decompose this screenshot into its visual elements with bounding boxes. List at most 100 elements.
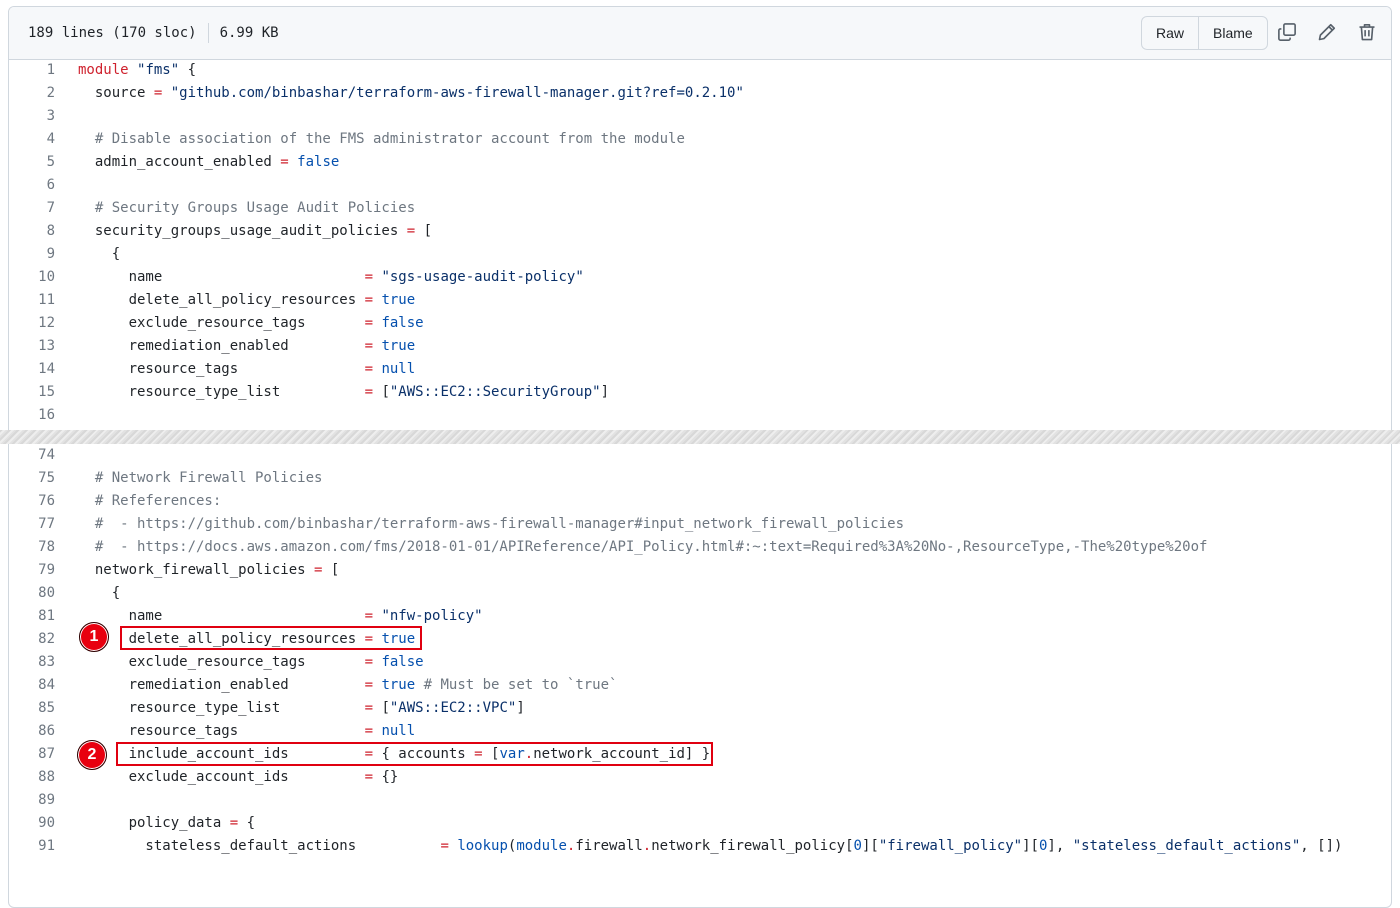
- code-token: # - https://github.com/binbashar/terrafo…: [78, 516, 905, 532]
- code-token: security_groups_usage_audit_policies: [78, 223, 407, 239]
- pencil-icon[interactable]: [1315, 20, 1339, 44]
- code-token: =: [280, 154, 289, 170]
- code-token: stateless_default_actions: [78, 838, 441, 854]
- line-number[interactable]: 80: [9, 582, 55, 605]
- code-token: resource_type_list: [78, 384, 365, 400]
- code-token: [: [322, 562, 340, 578]
- code-line: 90 policy_data = {: [9, 812, 1391, 835]
- code-token: "nfw-policy": [381, 608, 483, 624]
- code-line: 7 # Security Groups Usage Audit Policies: [9, 197, 1391, 220]
- line-number[interactable]: 85: [9, 697, 55, 720]
- code-text: resource_tags = null: [78, 358, 416, 381]
- line-number[interactable]: 74: [9, 444, 55, 467]
- code-token: resource_tags: [78, 723, 365, 739]
- line-number[interactable]: 13: [9, 335, 55, 358]
- code-token: network_firewall_policies: [78, 562, 315, 578]
- code-token: =: [364, 700, 374, 716]
- code-text: policy_data = {: [78, 812, 255, 835]
- code-text: exclude_resource_tags = false: [78, 312, 424, 335]
- highlight-box-2: [116, 742, 713, 766]
- code-line: 4 # Disable association of the FMS admin…: [9, 128, 1391, 151]
- code-token: =: [364, 269, 374, 285]
- line-number[interactable]: 14: [9, 358, 55, 381]
- code-token: source: [78, 85, 154, 101]
- line-number[interactable]: 84: [9, 674, 55, 697]
- annotation-badge-2: 2: [77, 740, 107, 770]
- raw-button[interactable]: Raw: [1142, 17, 1198, 49]
- code-token: null: [381, 723, 416, 739]
- code-token: admin_account_enabled: [78, 154, 281, 170]
- line-number[interactable]: 76: [9, 490, 55, 513]
- line-number[interactable]: 8: [9, 220, 55, 243]
- code-token: firewall: [575, 838, 643, 854]
- line-number[interactable]: 86: [9, 720, 55, 743]
- line-number[interactable]: 4: [9, 128, 55, 151]
- code-token: "firewall_policy": [878, 838, 1023, 854]
- copy-icon[interactable]: [1275, 20, 1299, 44]
- code-line: 15 resource_type_list = ["AWS::EC2::Secu…: [9, 381, 1391, 404]
- code-line: 12 exclude_resource_tags = false: [9, 312, 1391, 335]
- code-token: =: [364, 608, 374, 624]
- trash-icon[interactable]: [1355, 20, 1379, 44]
- line-number[interactable]: 12: [9, 312, 55, 335]
- line-number[interactable]: 11: [9, 289, 55, 312]
- code-token: ],: [1047, 838, 1073, 854]
- code-line: 16: [9, 404, 1391, 427]
- line-number[interactable]: 87: [9, 743, 55, 766]
- line-number[interactable]: 1: [9, 59, 55, 82]
- code-text: remediation_enabled = true: [78, 335, 416, 358]
- line-number[interactable]: 10: [9, 266, 55, 289]
- line-number[interactable]: 7: [9, 197, 55, 220]
- code-line: 88 exclude_account_ids = {}: [9, 766, 1391, 789]
- line-number[interactable]: 9: [9, 243, 55, 266]
- line-number[interactable]: 79: [9, 559, 55, 582]
- line-number[interactable]: 77: [9, 513, 55, 536]
- code-token: name: [78, 608, 365, 624]
- blame-button[interactable]: Blame: [1198, 17, 1267, 49]
- code-token: resource_tags: [78, 361, 365, 377]
- line-number[interactable]: 91: [9, 835, 55, 858]
- code-text: security_groups_usage_audit_policies = [: [78, 220, 432, 243]
- code-text: # Security Groups Usage Audit Policies: [78, 197, 415, 220]
- code-token: "stateless_default_actions": [1072, 838, 1301, 854]
- line-number[interactable]: 3: [9, 105, 55, 128]
- line-number[interactable]: 78: [9, 536, 55, 559]
- code-token: network_firewall_policy[: [651, 838, 854, 854]
- code-line: 6: [9, 174, 1391, 197]
- code-line: 3: [9, 105, 1391, 128]
- line-number[interactable]: 89: [9, 789, 55, 812]
- line-number[interactable]: 83: [9, 651, 55, 674]
- line-number[interactable]: 2: [9, 82, 55, 105]
- code-line: 9 {: [9, 243, 1391, 266]
- header-divider: [207, 23, 209, 43]
- code-line: 83 exclude_resource_tags = false: [9, 651, 1391, 674]
- code-token: {: [78, 585, 121, 601]
- code-line: 1 module "fms" {: [9, 59, 1391, 82]
- code-token: resource_type_list: [78, 700, 365, 716]
- code-text: resource_type_list = ["AWS::EC2::VPC"]: [78, 697, 525, 720]
- code-text: remediation_enabled = true # Must be set…: [78, 674, 618, 697]
- code-token: false: [381, 315, 424, 331]
- line-number[interactable]: 90: [9, 812, 55, 835]
- line-number[interactable]: 15: [9, 381, 55, 404]
- code-text: name = "nfw-policy": [78, 605, 483, 628]
- code-token: policy_data: [78, 815, 230, 831]
- code-token: =: [364, 654, 374, 670]
- code-token: =: [364, 338, 374, 354]
- code-line: 80 {: [9, 582, 1391, 605]
- code-text: # - https://github.com/binbashar/terrafo…: [78, 513, 904, 536]
- line-number[interactable]: 75: [9, 467, 55, 490]
- code-token: =: [440, 838, 449, 854]
- line-number[interactable]: 88: [9, 766, 55, 789]
- line-number[interactable]: 82: [9, 628, 55, 651]
- line-number[interactable]: 5: [9, 151, 55, 174]
- line-number[interactable]: 6: [9, 174, 55, 197]
- code-token: ][: [861, 838, 879, 854]
- code-token: true: [381, 677, 416, 693]
- line-number[interactable]: 81: [9, 605, 55, 628]
- code-token: "AWS::EC2::SecurityGroup": [389, 384, 601, 400]
- line-number[interactable]: 16: [9, 404, 55, 427]
- code-line: 77 # - https://github.com/binbashar/terr…: [9, 513, 1391, 536]
